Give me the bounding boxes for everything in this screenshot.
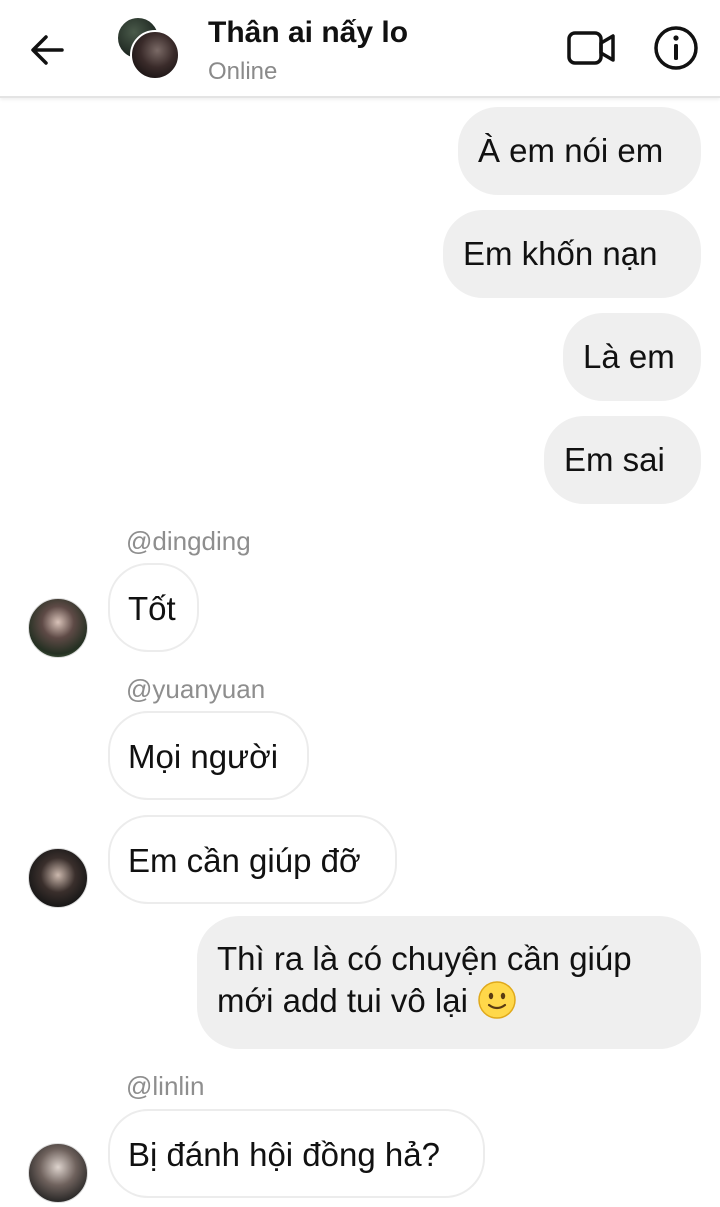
chat-header: Thân ai nấy lo Online <box>0 0 720 98</box>
outgoing-message[interactable]: Em khốn nạn <box>443 210 701 298</box>
info-icon <box>654 26 698 70</box>
incoming-message[interactable]: Em cần giúp đỡ <box>108 815 397 904</box>
group-avatar[interactable] <box>116 16 180 80</box>
back-button[interactable] <box>26 28 70 72</box>
video-camera-icon <box>567 31 615 65</box>
avatar-front <box>130 30 180 80</box>
avatar[interactable] <box>28 848 88 908</box>
message-line: mới add tui vô lại <box>217 980 701 1022</box>
info-button[interactable] <box>652 24 700 72</box>
outgoing-message[interactable]: Em sai <box>544 416 701 504</box>
incoming-message[interactable]: Bị đánh hội đồng hả? <box>108 1109 485 1198</box>
sender-name: @dingding <box>126 526 251 556</box>
incoming-message[interactable]: Mọi người <box>108 711 309 800</box>
message-line: Thì ra là có chuyện cần giúp <box>217 940 632 977</box>
sender-name: @yuanyuan <box>126 674 266 704</box>
chat-title[interactable]: Thân ai nấy lo <box>208 16 408 50</box>
outgoing-message[interactable]: Là em <box>563 313 701 401</box>
slightly-smiling-face-icon <box>477 980 517 1020</box>
avatar[interactable] <box>28 598 88 658</box>
sender-name: @linlin <box>126 1071 205 1101</box>
chat-status: Online <box>208 58 278 85</box>
outgoing-message[interactable]: Thì ra là có chuyện cần giúp mới add tui… <box>197 916 701 1049</box>
incoming-message[interactable]: Tốt <box>108 563 199 652</box>
arrow-left-icon <box>31 35 64 65</box>
outgoing-message[interactable]: À em nói em <box>458 107 701 195</box>
video-call-button[interactable] <box>566 26 618 70</box>
message-line-text: mới add tui vô lại <box>217 982 468 1019</box>
avatar[interactable] <box>28 1143 88 1203</box>
